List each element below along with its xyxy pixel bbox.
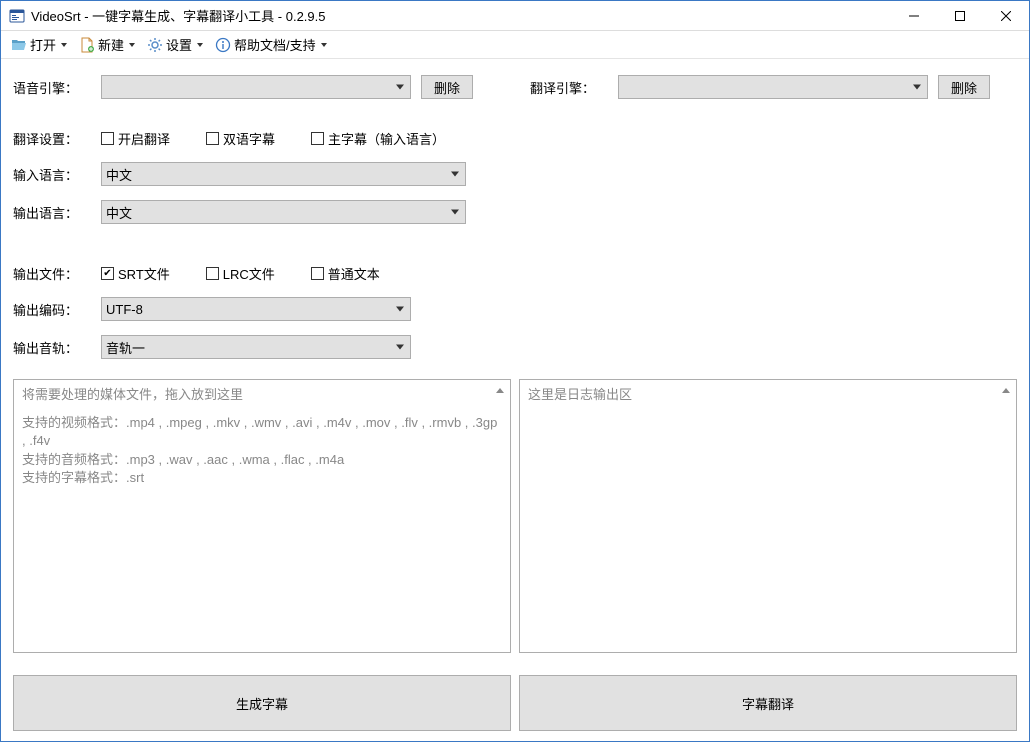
scroll-up-icon (494, 384, 506, 396)
input-lang-select[interactable]: 中文 (101, 162, 466, 186)
log-placeholder: 这里是日志输出区 (528, 386, 1008, 404)
output-track-select[interactable]: 音轨一 (101, 335, 411, 359)
minimize-button[interactable] (891, 1, 937, 31)
dropdown-icon (129, 43, 135, 47)
new-menu[interactable]: 新建 (75, 33, 139, 56)
checkbox-box (311, 132, 324, 145)
bilingual-checkbox[interactable]: 双语字幕 (206, 129, 275, 148)
maximize-button[interactable] (937, 1, 983, 31)
srt-checkbox[interactable]: SRT文件 (101, 264, 170, 283)
translate-engine-select[interactable] (618, 75, 928, 99)
checkbox-label: 主字幕（输入语言） (328, 129, 445, 148)
output-file-label: 输出文件： (13, 264, 91, 283)
settings-menu[interactable]: 设置 (143, 33, 207, 56)
lrc-checkbox[interactable]: LRC文件 (206, 264, 275, 283)
output-lang-select[interactable]: 中文 (101, 200, 466, 224)
folder-open-icon (11, 37, 27, 53)
output-encoding-label: 输出编码： (13, 300, 91, 319)
translate-settings-label: 翻译设置： (13, 129, 91, 148)
open-label: 打开 (30, 35, 56, 54)
output-encoding-select[interactable]: UTF-8 (101, 297, 411, 321)
dropdown-icon (197, 43, 203, 47)
translate-engine-delete-button[interactable]: 删除 (938, 75, 990, 99)
window-title: VideoSrt - 一键字幕生成、字幕翻译小工具 - 0.2.9.5 (31, 6, 891, 25)
log-output-panel: 这里是日志输出区 (519, 379, 1017, 653)
checkbox-box (101, 132, 114, 145)
output-track-label: 输出音轨： (13, 338, 91, 357)
dropdown-icon (61, 43, 67, 47)
checkbox-label: 双语字幕 (223, 129, 275, 148)
output-lang-label: 输出语言： (13, 203, 91, 222)
checkbox-label: 开启翻译 (118, 129, 170, 148)
info-icon (215, 37, 231, 53)
plain-text-checkbox[interactable]: 普通文本 (311, 264, 380, 283)
dropzone-placeholder: 将需要处理的媒体文件，拖入放到这里 支持的视频格式：.mp4 , .mpeg ,… (22, 386, 502, 487)
window-controls (891, 1, 1029, 31)
checkbox-box (206, 132, 219, 145)
scroll-up-icon (1000, 384, 1012, 396)
output-encoding-value: UTF-8 (106, 302, 143, 317)
new-label: 新建 (98, 35, 124, 54)
help-menu[interactable]: 帮助文档/支持 (211, 33, 331, 56)
output-track-value: 音轨一 (106, 338, 145, 357)
speech-engine-delete-button[interactable]: 删除 (421, 75, 473, 99)
checkbox-label: 普通文本 (328, 264, 380, 283)
translate-subtitle-button[interactable]: 字幕翻译 (519, 675, 1017, 731)
app-icon (9, 8, 25, 24)
main-content: 语音引擎： 删除 翻译引擎： 删除 翻译设置： 开启翻译 双语字幕 主字幕（输入… (1, 59, 1029, 741)
help-label: 帮助文档/支持 (234, 35, 316, 54)
input-lang-label: 输入语言： (13, 165, 91, 184)
translate-engine-label: 翻译引擎： (530, 78, 608, 97)
checkbox-label: LRC文件 (223, 264, 275, 283)
file-new-icon (79, 37, 95, 53)
titlebar: VideoSrt - 一键字幕生成、字幕翻译小工具 - 0.2.9.5 (1, 1, 1029, 31)
speech-engine-select[interactable] (101, 75, 411, 99)
output-lang-value: 中文 (106, 203, 132, 222)
enable-translate-checkbox[interactable]: 开启翻译 (101, 129, 170, 148)
toolbar: 打开 新建 设置 帮助文档/支持 (1, 31, 1029, 59)
checkbox-box (311, 267, 324, 280)
input-lang-value: 中文 (106, 165, 132, 184)
checkbox-label: SRT文件 (118, 264, 170, 283)
generate-subtitle-button[interactable]: 生成字幕 (13, 675, 511, 731)
main-subtitle-checkbox[interactable]: 主字幕（输入语言） (311, 129, 445, 148)
speech-engine-label: 语音引擎： (13, 78, 91, 97)
settings-label: 设置 (166, 35, 192, 54)
media-dropzone[interactable]: 将需要处理的媒体文件，拖入放到这里 支持的视频格式：.mp4 , .mpeg ,… (13, 379, 511, 653)
open-menu[interactable]: 打开 (7, 33, 71, 56)
checkbox-box (101, 267, 114, 280)
dropdown-icon (321, 43, 327, 47)
gear-icon (147, 37, 163, 53)
close-button[interactable] (983, 1, 1029, 31)
checkbox-box (206, 267, 219, 280)
